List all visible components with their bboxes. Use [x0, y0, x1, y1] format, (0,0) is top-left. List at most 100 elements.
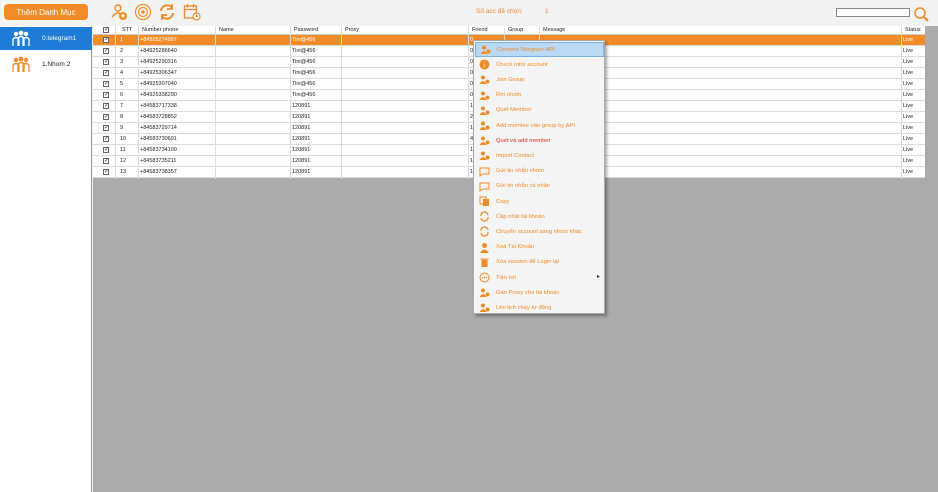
- join-group-icon: [479, 75, 490, 85]
- personal-message-icon: [479, 182, 490, 192]
- add-category-button[interactable]: Thêm Danh Mục: [4, 4, 88, 20]
- menu-item-utilities[interactable]: Tiện ích ▸: [475, 270, 604, 285]
- menu-item-scan-member[interactable]: Quét Member: [475, 103, 604, 118]
- schedule-calendar-icon[interactable]: [183, 3, 201, 21]
- cell-phone: +84583738357: [140, 169, 177, 175]
- menu-item-delete-session[interactable]: Xóa session để Login lại: [475, 255, 604, 270]
- row-checkbox[interactable]: [103, 91, 109, 98]
- cell-status: Live: [903, 158, 914, 164]
- row-checkbox[interactable]: [103, 113, 109, 120]
- menu-item-label: Import Contact: [496, 152, 535, 159]
- cell-password: 120891: [292, 158, 311, 164]
- selected-count-value: 1: [545, 8, 549, 15]
- cell-phone: +84925306347: [140, 70, 177, 76]
- cell-phone: +84925286640: [140, 48, 177, 54]
- cell-password: 120891: [292, 103, 311, 109]
- refresh-icon[interactable]: [158, 3, 176, 21]
- row-checkbox[interactable]: [103, 80, 109, 87]
- row-checkbox[interactable]: [103, 69, 109, 76]
- menu-item-group-message[interactable]: Gửi tin nhắn nhóm: [475, 164, 604, 179]
- cell-stt: 3: [120, 59, 124, 65]
- group-item-nhom2[interactable]: 1.Nhom 2: [0, 53, 92, 76]
- search-icon[interactable]: [913, 6, 929, 22]
- row-checkbox[interactable]: [103, 124, 109, 131]
- header-friend[interactable]: Friend: [472, 27, 488, 33]
- cell-stt: 13: [120, 169, 127, 175]
- grid-column-divider: [341, 26, 342, 179]
- assign-proxy-icon: [479, 288, 490, 298]
- add-account-icon[interactable]: [110, 3, 128, 21]
- cell-stt: 9: [120, 125, 124, 131]
- menu-item-personal-message[interactable]: Gửi tin nhắn cá nhân: [475, 179, 604, 194]
- grid-column-divider: [468, 26, 469, 179]
- header-stt[interactable]: STT: [122, 27, 132, 33]
- add-member-icon: [479, 121, 490, 130]
- row-checkbox[interactable]: [103, 47, 109, 54]
- header-phone[interactable]: Number phone: [142, 27, 178, 33]
- menu-item-label: Gán Proxy cho tài khoản: [496, 289, 560, 296]
- menu-item-leave-group[interactable]: Rời nhóm: [475, 88, 604, 103]
- move-account-icon: [480, 226, 489, 238]
- settings-gear-icon[interactable]: [134, 3, 152, 21]
- cell-phone: +84583734100: [140, 147, 177, 153]
- grid-column-divider: [290, 26, 291, 179]
- menu-item-copy[interactable]: Copy: [475, 194, 604, 209]
- select-all-checkbox[interactable]: [103, 26, 109, 33]
- row-checkbox[interactable]: [103, 168, 109, 175]
- header-group[interactable]: Group: [508, 27, 523, 33]
- svg-text:i: i: [483, 62, 485, 70]
- menu-item-import-contact[interactable]: Import Contact: [475, 148, 604, 163]
- cell-phone: +84583730691: [140, 136, 177, 142]
- search-input[interactable]: [836, 8, 910, 17]
- menu-item-label: Quét Member: [496, 107, 532, 114]
- cell-status: Live: [903, 114, 914, 120]
- cell-phone: +84925290316: [140, 59, 177, 65]
- cell-password: 120891: [292, 136, 311, 142]
- menu-item-join-group[interactable]: Join Group: [475, 72, 604, 87]
- menu-item-schedule[interactable]: Lên lịch chạy tự động: [475, 300, 604, 315]
- row-checkbox[interactable]: [103, 157, 109, 164]
- menu-item-label: Cập nhật tài khoản: [496, 213, 545, 220]
- header-status[interactable]: Status: [905, 27, 921, 33]
- cell-status: Live: [903, 103, 914, 109]
- cell-password: Tini@456: [292, 70, 316, 76]
- selected-count-label: Số acc đã chọn:: [476, 8, 523, 15]
- cell-status: Live: [903, 92, 914, 98]
- grid-header: STT Number phone Name Password Proxy Fri…: [93, 26, 925, 35]
- toolbar: Thêm Danh Mục Số acc đã chọn: 1: [0, 0, 938, 26]
- header-message[interactable]: Message: [543, 27, 565, 33]
- group-label: 1.Nhom 2: [42, 61, 71, 68]
- menu-item-move-account[interactable]: Chuyển account sang nhóm khác: [475, 224, 604, 239]
- header-proxy[interactable]: Proxy: [345, 27, 359, 33]
- cell-password: Tini@456: [292, 81, 316, 87]
- menu-item-info[interactable]: i Check Infor account: [475, 57, 604, 72]
- menu-item-assign-proxy[interactable]: Gán Proxy cho tài khoản: [475, 285, 604, 300]
- cell-stt: 6: [120, 92, 124, 98]
- menu-item-label: Gửi tin nhắn cá nhân: [496, 183, 551, 190]
- leave-group-icon: [479, 91, 490, 100]
- menu-item-scan-add-member[interactable]: Quét và add member: [475, 133, 604, 148]
- menu-item-label: Copy: [496, 198, 510, 205]
- cell-status: Live: [903, 125, 914, 131]
- row-checkbox[interactable]: [103, 36, 109, 43]
- group-item-telegram1[interactable]: 0.telegram1: [0, 27, 92, 50]
- copy-icon: [479, 196, 489, 206]
- menu-item-label: Gửi tin nhắn nhóm: [496, 168, 545, 175]
- header-name[interactable]: Name: [219, 27, 234, 33]
- menu-item-label: Tiện ích: [496, 274, 517, 281]
- cell-phone: +84583717338: [140, 103, 177, 109]
- header-password[interactable]: Password: [294, 27, 318, 33]
- cell-password: Tini@456: [292, 92, 316, 98]
- menu-item-update-account[interactable]: Cập nhật tài khoản: [475, 209, 604, 224]
- cell-stt: 10: [120, 136, 127, 142]
- row-checkbox[interactable]: [103, 102, 109, 109]
- group-sidebar: 0.telegram1 1.Nhom 2: [0, 26, 92, 492]
- row-checkbox[interactable]: [103, 146, 109, 153]
- cell-phone: +84925307040: [140, 81, 177, 87]
- menu-item-add-member[interactable]: Add member vào group by API: [475, 118, 604, 133]
- row-checkbox[interactable]: [103, 58, 109, 65]
- menu-item-connect-api[interactable]: Connect Telegram API: [475, 42, 604, 57]
- menu-item-delete-account[interactable]: Xoá Tài Khoản: [475, 240, 604, 255]
- row-checkbox[interactable]: [103, 135, 109, 142]
- cell-status: Live: [903, 37, 914, 43]
